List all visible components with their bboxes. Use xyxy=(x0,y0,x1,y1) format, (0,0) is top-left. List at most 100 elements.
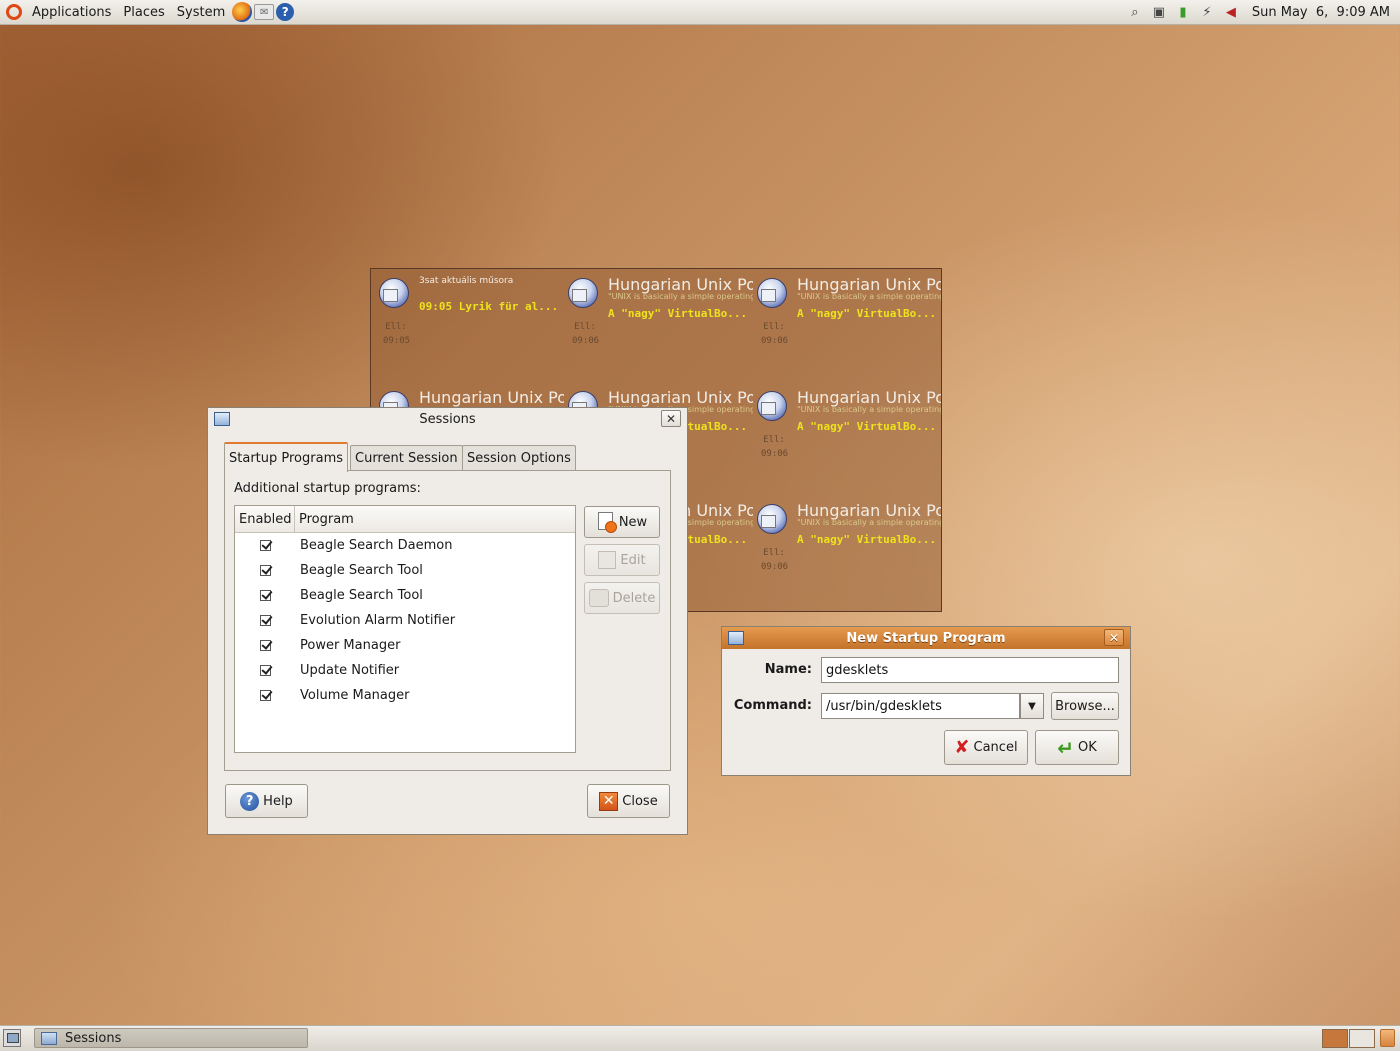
battery-icon[interactable]: ▮ xyxy=(1174,3,1192,21)
browse-button[interactable]: Browse... xyxy=(1051,692,1119,720)
list-item[interactable]: Beagle Search Daemon xyxy=(235,533,575,558)
close-icon[interactable]: ✕ xyxy=(661,410,681,427)
startup-programs-panel: Additional startup programs: Enabled Pro… xyxy=(224,470,671,771)
enabled-checkbox[interactable] xyxy=(259,615,271,626)
startup-programs-list[interactable]: Enabled Program Beagle Search Daemon Bea… xyxy=(234,505,576,753)
feed-entry[interactable]: 3sat aktuális műsora 09:05 Lyrik für al.… xyxy=(371,269,560,379)
program-name: Beagle Search Tool xyxy=(300,588,423,603)
program-name: Beagle Search Tool xyxy=(300,563,423,578)
places-menu[interactable]: Places xyxy=(117,0,170,24)
feed-subtitle: "UNIX is basically a simple operating sy… xyxy=(797,405,942,414)
power-plug-icon[interactable]: ⚡ xyxy=(1198,3,1216,21)
command-field[interactable] xyxy=(821,693,1020,719)
close-icon[interactable]: ✕ xyxy=(1104,629,1124,646)
feed-item[interactable]: A "nagy" VirtualBo... xyxy=(797,420,937,433)
new-button[interactable]: New xyxy=(584,506,660,538)
name-field[interactable] xyxy=(821,657,1119,683)
dialog-titlebar[interactable]: New Startup Program ✕ xyxy=(722,627,1130,649)
enabled-checkbox[interactable] xyxy=(259,540,271,551)
chevron-down-icon[interactable]: ▼ xyxy=(1020,693,1044,719)
program-name: Power Manager xyxy=(300,638,401,653)
ok-button[interactable]: ↵ OK xyxy=(1035,730,1119,765)
section-heading: Additional startup programs: xyxy=(234,481,421,496)
feed-item[interactable]: A "nagy" VirtualBo... xyxy=(797,533,937,546)
feed-icon xyxy=(757,278,787,308)
cancel-button-label: Cancel xyxy=(973,740,1018,755)
feed-ell-label: Ell: xyxy=(385,322,407,332)
list-item[interactable]: Volume Manager xyxy=(235,683,575,708)
list-header: Enabled Program xyxy=(235,506,575,533)
feed-icon xyxy=(568,278,598,308)
feed-ell-label: Ell: xyxy=(574,322,596,332)
feed-icon xyxy=(757,391,787,421)
column-program[interactable]: Program xyxy=(295,506,354,532)
trash-icon[interactable] xyxy=(1380,1029,1395,1047)
enabled-checkbox[interactable] xyxy=(259,665,271,676)
clock[interactable]: Sun May 6, 9:09 AM xyxy=(1252,5,1390,20)
ubuntu-logo-icon[interactable] xyxy=(6,4,22,20)
feed-entry[interactable]: Hungarian Unix Portal "UNIX is basically… xyxy=(749,382,941,492)
feed-icon xyxy=(379,278,409,308)
sessions-titlebar[interactable]: Sessions ✕ xyxy=(208,408,687,430)
feed-item[interactable]: A "nagy" VirtualBo... xyxy=(608,307,748,320)
column-enabled[interactable]: Enabled xyxy=(235,506,295,532)
window-menu-icon[interactable] xyxy=(728,631,744,645)
enabled-checkbox[interactable] xyxy=(259,640,271,651)
network-icon[interactable]: ▣ xyxy=(1150,3,1168,21)
tab-label: Current Session xyxy=(355,451,458,466)
enabled-checkbox[interactable] xyxy=(259,565,271,576)
feed-subtitle: "UNIX is basically a simple operating sy… xyxy=(797,518,942,527)
feed-ell-label: Ell: xyxy=(763,548,785,558)
taskbar-item-sessions[interactable]: Sessions xyxy=(34,1028,308,1048)
workspace-1[interactable] xyxy=(1322,1029,1348,1048)
volume-icon[interactable]: ◀ xyxy=(1222,3,1240,21)
list-item[interactable]: Evolution Alarm Notifier xyxy=(235,608,575,633)
tab-startup-programs[interactable]: Startup Programs xyxy=(224,442,349,472)
feed-entry[interactable]: Hungarian Unix Portal "UNIX is basically… xyxy=(749,495,941,605)
browse-button-label: Browse... xyxy=(1055,698,1115,714)
applications-menu[interactable]: Applications xyxy=(26,0,117,24)
feed-entry[interactable]: Hungarian Unix Portal "UNIX is basically… xyxy=(749,269,941,379)
new-button-label: New xyxy=(618,514,648,530)
window-title: Sessions xyxy=(419,411,476,427)
cancel-button[interactable]: ✘ Cancel xyxy=(944,730,1028,765)
delete-button[interactable]: Delete xyxy=(584,582,660,614)
mail-icon[interactable]: ✉ xyxy=(254,4,275,20)
feed-subtitle: "UNIX is basically a simple operating sy… xyxy=(797,292,942,301)
search-icon[interactable]: ⌕ xyxy=(1126,3,1144,21)
tab-session-options[interactable]: Session Options xyxy=(462,445,576,471)
feed-item[interactable]: A "nagy" VirtualBo... xyxy=(797,307,937,320)
window-icon xyxy=(41,1031,57,1045)
list-item[interactable]: Beagle Search Tool xyxy=(235,558,575,583)
help-icon: ? xyxy=(240,791,260,811)
list-item[interactable]: Power Manager xyxy=(235,633,575,658)
firefox-icon[interactable] xyxy=(232,2,253,22)
feed-time: Ell: 09:06 xyxy=(761,320,788,348)
window-menu-icon[interactable] xyxy=(214,412,230,426)
close-button[interactable]: ✕ Close xyxy=(587,784,670,818)
command-label: Command: xyxy=(733,698,812,713)
help-button[interactable]: ? Help xyxy=(225,784,308,818)
enabled-checkbox[interactable] xyxy=(259,690,271,701)
program-name: Evolution Alarm Notifier xyxy=(300,613,456,628)
feed-time-value: 09:06 xyxy=(761,449,789,459)
edit-button-label: Edit xyxy=(620,552,646,568)
edit-button[interactable]: Edit xyxy=(584,544,660,576)
tab-current-session[interactable]: Current Session xyxy=(350,445,463,471)
list-item[interactable]: Beagle Search Tool xyxy=(235,583,575,608)
feed-ell-label: Ell: xyxy=(763,435,785,445)
system-menu[interactable]: System xyxy=(171,0,231,24)
workspace-2[interactable] xyxy=(1349,1029,1375,1048)
show-desktop-icon[interactable] xyxy=(3,1029,21,1047)
dialog-title: New Startup Program xyxy=(846,630,1006,646)
sessions-window: Sessions ✕ Startup Programs Current Sess… xyxy=(207,407,688,835)
delete-button-label: Delete xyxy=(612,590,656,606)
feed-entry[interactable]: Hungarian Unix Portal "UNIX is basically… xyxy=(560,269,753,379)
close-icon: ✕ xyxy=(599,791,619,811)
feed-item[interactable]: 09:05 Lyrik für al... xyxy=(419,300,559,313)
enabled-checkbox[interactable] xyxy=(259,590,271,601)
close-button-label: Close xyxy=(622,793,658,809)
help-icon[interactable]: ? xyxy=(276,3,295,21)
list-item[interactable]: Update Notifier xyxy=(235,658,575,683)
ok-icon: ↵ xyxy=(1057,735,1074,760)
